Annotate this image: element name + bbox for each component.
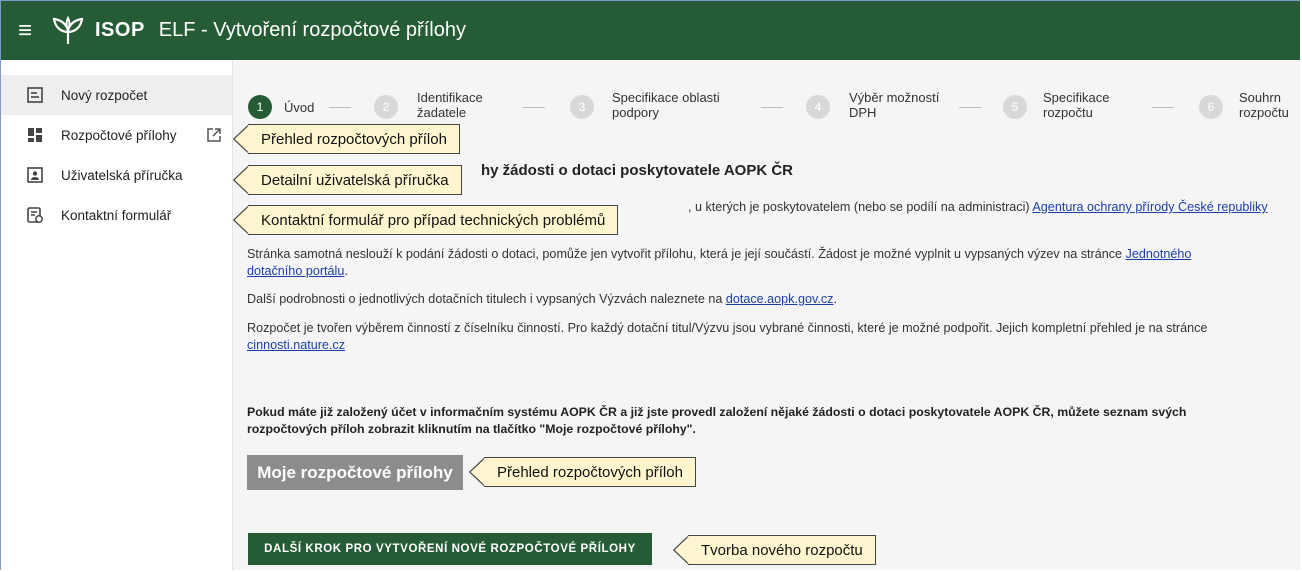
callout-new-budget: Tvorba nového rozpočtu (673, 535, 876, 565)
sidebar-item-label: Uživatelská příručka (61, 167, 183, 183)
sidebar-item-budget-attachments[interactable]: Rozpočtové přílohy (1, 115, 232, 155)
sidebar-item-label: Rozpočtové přílohy (61, 127, 177, 143)
page-title: ELF - Vytvoření rozpočtové přílohy (158, 19, 466, 41)
period: . (833, 292, 837, 306)
step-6-label[interactable]: Souhrn rozpočtu (1239, 90, 1289, 120)
step-2-label-line2: žadatele (417, 105, 467, 120)
sidebar-item-contact-form[interactable]: Kontaktní formulář (1, 195, 232, 235)
sidebar: Nový rozpočet Rozpočtové přílohy Uživate… (1, 60, 233, 570)
step-1-indicator[interactable]: 1 (248, 95, 272, 119)
brand-name[interactable]: ISOP (95, 19, 145, 42)
intro-paragraph-4-text: Rozpočet je tvořen výběrem činností z čí… (247, 321, 1208, 335)
callout-arrow (673, 535, 689, 565)
dotace-link[interactable]: dotace.aopk.gov.cz (726, 292, 834, 306)
step-2-indicator[interactable]: 2 (374, 95, 398, 119)
intro-paragraph-3: Další podrobnosti o jednotlivých dotační… (247, 291, 1297, 308)
callout-text: Přehled rozpočtových příloh (261, 130, 447, 148)
my-attachments-button[interactable]: Moje rozpočtové přílohy (247, 455, 463, 490)
step-3-indicator[interactable]: 3 (570, 95, 594, 119)
callout-text: Tvorba nového rozpočtu (701, 541, 863, 559)
step-4-label-line2: DPH (849, 105, 877, 120)
step-5-indicator[interactable]: 5 (1003, 95, 1027, 119)
account-info-line1: Pokud máte již založený účet v informačn… (247, 405, 1187, 419)
callout-arrow (233, 205, 249, 235)
step-3-label-line2: podpory (612, 105, 659, 120)
step-4-indicator[interactable]: 4 (806, 95, 830, 119)
intro-paragraph-3-text: Další podrobnosti o jednotlivých dotační… (247, 292, 723, 306)
step-2-label-line1: Identifikace (417, 90, 483, 105)
step-5-label[interactable]: Specifikace rozpočtu (1043, 90, 1109, 120)
account-info-text: Pokud máte již založený účet v informačn… (247, 404, 1297, 438)
contact-form-icon (25, 205, 45, 225)
step-connector (1152, 107, 1174, 108)
sidebar-item-user-guide[interactable]: Uživatelská příručka (1, 155, 232, 195)
grid-icon (25, 125, 45, 145)
sidebar-item-new-budget[interactable]: Nový rozpočet (1, 75, 232, 115)
step-connector (959, 107, 981, 108)
intro-paragraph-4: Rozpočet je tvořen výběrem činností z čí… (247, 320, 1297, 354)
sidebar-item-label: Kontaktní formulář (61, 207, 172, 223)
callout-button-overview: Přehled rozpočtových příloh (469, 457, 696, 487)
user-guide-icon (25, 165, 45, 185)
sidebar-item-label: Nový rozpočet (61, 87, 148, 103)
step-5-label-line2: rozpočtu (1043, 105, 1093, 120)
step-4-label[interactable]: Výběr možností DPH (849, 90, 939, 120)
menu-icon[interactable]: ≡ (5, 17, 45, 45)
step-connector (761, 107, 783, 108)
intro-heading: hy žádosti o dotaci poskytovatele AOPK Č… (481, 162, 794, 179)
aopk-link[interactable]: Agentura ochrany přírody České republiky (1032, 200, 1267, 214)
step-6-label-line1: Souhrn (1239, 90, 1281, 105)
step-4-label-line1: Výběr možností (849, 90, 940, 105)
portal-link[interactable]: Jednotného (1126, 247, 1192, 261)
callout-arrow (233, 165, 249, 195)
callout-arrow (233, 124, 249, 154)
step-6-label-line2: rozpočtu (1239, 105, 1289, 120)
callout-contact-form: Kontaktní formulář pro případ technickýc… (233, 205, 619, 235)
step-3-label[interactable]: Specifikace oblasti podpory (612, 90, 720, 120)
callout-user-guide: Detailní uživatelská příručka (233, 165, 462, 195)
step-6-indicator[interactable]: 6 (1199, 95, 1223, 119)
callout-arrow (469, 457, 485, 487)
intro-paragraph-1: , u kterých je poskytovatelem (nebo se p… (688, 199, 1298, 216)
intro-paragraph-2-text: Stránka samotná neslouží k podání žádost… (247, 247, 1123, 261)
callout-attachments-overview: Přehled rozpočtových příloh (233, 124, 460, 154)
account-info-line2: rozpočtových příloh zobrazit kliknutím n… (247, 422, 696, 436)
period: . (344, 264, 348, 278)
step-1-label[interactable]: Úvod (284, 100, 314, 115)
callout-text: Kontaktní formulář pro případ technickýc… (261, 211, 606, 229)
callout-text: Detailní uživatelská příručka (261, 171, 449, 189)
app-header: ≡ ISOP ELF - Vytvoření rozpočtové příloh… (1, 1, 1300, 60)
step-5-label-line1: Specifikace (1043, 90, 1110, 105)
step-connector (329, 107, 351, 108)
cinnosti-link[interactable]: cinnosti.nature.cz (247, 338, 345, 352)
step-3-label-line1: Specifikace oblasti (612, 90, 720, 105)
new-budget-icon (25, 85, 45, 105)
step-2-label[interactable]: Identifikace žadatele (417, 90, 483, 120)
intro-paragraph-1-text: , u kterých je poskytovatelem (nebo se p… (688, 200, 1030, 214)
plant-logo-icon (45, 11, 91, 51)
callout-text: Přehled rozpočtových příloh (497, 463, 683, 481)
open-external-icon[interactable] (206, 127, 222, 146)
intro-paragraph-2: Stránka samotná neslouží k podání žádost… (247, 246, 1297, 280)
portal-link-continued[interactable]: dotačního portálu (247, 264, 344, 278)
next-step-button[interactable]: DALŠÍ KROK PRO VYTVOŘENÍ NOVÉ ROZPOČTOVÉ… (248, 533, 652, 565)
step-connector (523, 107, 545, 108)
